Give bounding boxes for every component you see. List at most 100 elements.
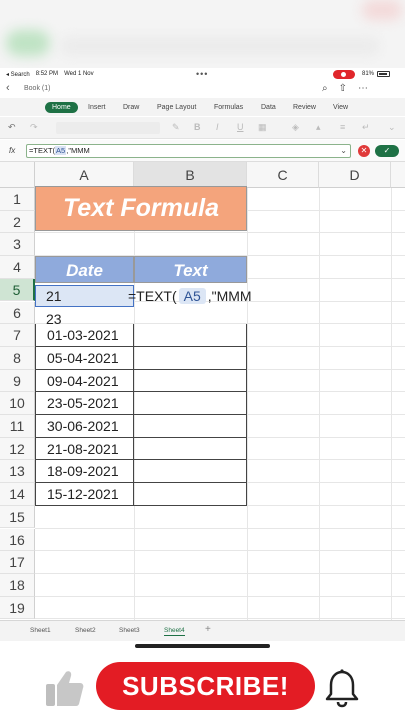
subscribe-button[interactable]: SUBSCRIBE! (96, 662, 315, 710)
edit-ref: A5 (178, 288, 206, 304)
date-header-cell[interactable]: Date (35, 256, 134, 283)
fx-icon[interactable]: fx (9, 146, 15, 155)
sheet-tab-2[interactable]: Sheet2 (75, 627, 96, 634)
bold-button[interactable]: B (194, 122, 201, 132)
underline-button[interactable]: U (237, 122, 244, 132)
tab-draw[interactable]: Draw (123, 102, 139, 113)
date-cell[interactable]: 18-09-2021 (35, 460, 134, 484)
date-cell[interactable]: 23-05-2021 (35, 392, 134, 415)
more-format-icon[interactable]: ⌄ (388, 122, 396, 133)
title-cell[interactable]: Text Formula (35, 186, 247, 231)
italic-button[interactable]: I (216, 122, 219, 132)
font-selector[interactable] (56, 122, 160, 134)
sheet-tab-4[interactable]: Sheet4 (164, 627, 185, 636)
cancel-entry-button[interactable]: ✕ (358, 145, 370, 157)
date-cell[interactable]: 15-12-2021 (35, 483, 134, 506)
row-gridline (35, 232, 405, 234)
text-cell[interactable] (134, 392, 247, 415)
date-cell[interactable]: 05-04-2021 (35, 346, 134, 370)
row-header-1[interactable]: 1 (0, 188, 35, 211)
align-icon[interactable]: ≡ (340, 122, 345, 132)
row-header-9[interactable]: 9 (0, 369, 35, 393)
tab-insert[interactable]: Insert (88, 102, 106, 113)
row-header-17[interactable]: 17 (0, 551, 35, 574)
confirm-entry-button[interactable]: ✓ (375, 145, 399, 157)
record-icon (333, 70, 355, 79)
bell-icon[interactable] (323, 668, 361, 708)
row-header-16[interactable]: 16 (0, 528, 35, 552)
chevron-left-icon[interactable]: ‹ (6, 83, 16, 94)
back-to-search[interactable]: ◂ Search (6, 71, 30, 78)
row-header-19[interactable]: 19 (0, 596, 35, 620)
text-cell[interactable] (134, 483, 247, 506)
row-header-13[interactable]: 13 (0, 460, 35, 484)
share-icon[interactable]: ⇧ (339, 83, 347, 94)
tab-formulas[interactable]: Formulas (214, 102, 243, 113)
formula-input[interactable]: =TEXT(A5,"MMM ⌄ (26, 144, 351, 158)
select-all-corner[interactable] (0, 162, 35, 188)
row-header-5[interactable]: 5 (0, 278, 35, 302)
row-header-12[interactable]: 12 (0, 437, 35, 461)
tab-review[interactable]: Review (293, 102, 316, 113)
format-painter-icon[interactable]: ✎ (172, 122, 180, 133)
formula-bar: fx =TEXT(A5,"MMM ⌄ ✕ ✓ (0, 140, 405, 162)
row-header-14[interactable]: 14 (0, 483, 35, 506)
row-header-2[interactable]: 2 (0, 210, 35, 234)
text-cell[interactable] (134, 346, 247, 370)
tab-view[interactable]: View (333, 102, 348, 113)
column-header-c[interactable]: C (247, 162, 319, 188)
battery-icon (377, 71, 391, 77)
add-sheet-button[interactable]: + (205, 624, 211, 635)
sheet-tab-3[interactable]: Sheet3 (119, 627, 140, 634)
cell-b5-editing[interactable]: =TEXT(A5 ,"MMM (128, 285, 252, 307)
search-icon[interactable]: ⌕ (322, 83, 328, 94)
spreadsheet-grid[interactable]: A B C D 1 2 3 4 5 6 7 8 9 10 11 12 13 14 15 16 17 18 19 Te… (0, 162, 405, 620)
undo-icon[interactable]: ↶ (8, 122, 16, 133)
workbook-title[interactable]: Book (1) (24, 85, 50, 92)
date-cell[interactable]: 01-03-2021 (35, 324, 134, 347)
text-header-cell[interactable]: Text (134, 256, 247, 283)
column-header-d[interactable]: D (319, 162, 391, 188)
row-header-18[interactable]: 18 (0, 573, 35, 597)
status-bar: ◂ Search 8:52 PM Wed 1 Nov ••• 81% (0, 69, 405, 81)
row-header-4[interactable]: 4 (0, 256, 35, 279)
row-header-3[interactable]: 3 (0, 233, 35, 257)
row-header-6[interactable]: 6 (0, 301, 35, 325)
battery-label: 81% (362, 71, 375, 77)
sheet-tab-1[interactable]: Sheet1 (30, 627, 51, 634)
row-header-8[interactable]: 8 (0, 346, 35, 370)
row-header-7[interactable]: 7 (0, 324, 35, 347)
more-icon[interactable]: ⋯ (358, 83, 368, 94)
font-color-icon[interactable]: ▴ (316, 122, 321, 133)
fill-color-icon[interactable]: ◈ (292, 122, 299, 133)
cell-a5[interactable]: 21 (35, 285, 134, 307)
row-header-10[interactable]: 10 (0, 392, 35, 415)
column-header-b[interactable]: B (134, 162, 247, 188)
multitask-dots[interactable]: ••• (196, 69, 208, 79)
date-cell[interactable]: 21-08-2021 (35, 437, 134, 461)
text-cell[interactable] (134, 460, 247, 484)
text-cell[interactable] (134, 437, 247, 461)
date-cell[interactable]: 30-06-2021 (35, 415, 134, 438)
formula-ref: A5 (55, 146, 67, 155)
redo-icon[interactable]: ↷ (30, 122, 38, 133)
row-gridline (35, 527, 405, 529)
tab-home[interactable]: Home (45, 102, 78, 113)
status-time: 8:52 PM (35, 71, 59, 77)
row-gridline (35, 550, 405, 552)
column-header-a[interactable]: A (35, 162, 134, 188)
date-cell[interactable]: 09-04-2021 (35, 369, 134, 393)
text-cell[interactable] (134, 415, 247, 438)
borders-icon[interactable]: ▦ (258, 122, 267, 133)
text-cell[interactable] (134, 369, 247, 393)
subscribe-overlay: SUBSCRIBE! (0, 648, 405, 720)
text-cell[interactable] (134, 324, 247, 347)
wrap-icon[interactable]: ↵ (362, 122, 370, 133)
thumbs-up-icon[interactable] (42, 666, 86, 710)
column-header-e[interactable] (391, 162, 405, 188)
chevron-down-icon[interactable]: ⌄ (340, 145, 347, 157)
tab-page-layout[interactable]: Page Layout (157, 102, 196, 113)
tab-data[interactable]: Data (261, 102, 276, 113)
row-header-11[interactable]: 11 (0, 415, 35, 438)
row-header-15[interactable]: 15 (0, 505, 35, 529)
